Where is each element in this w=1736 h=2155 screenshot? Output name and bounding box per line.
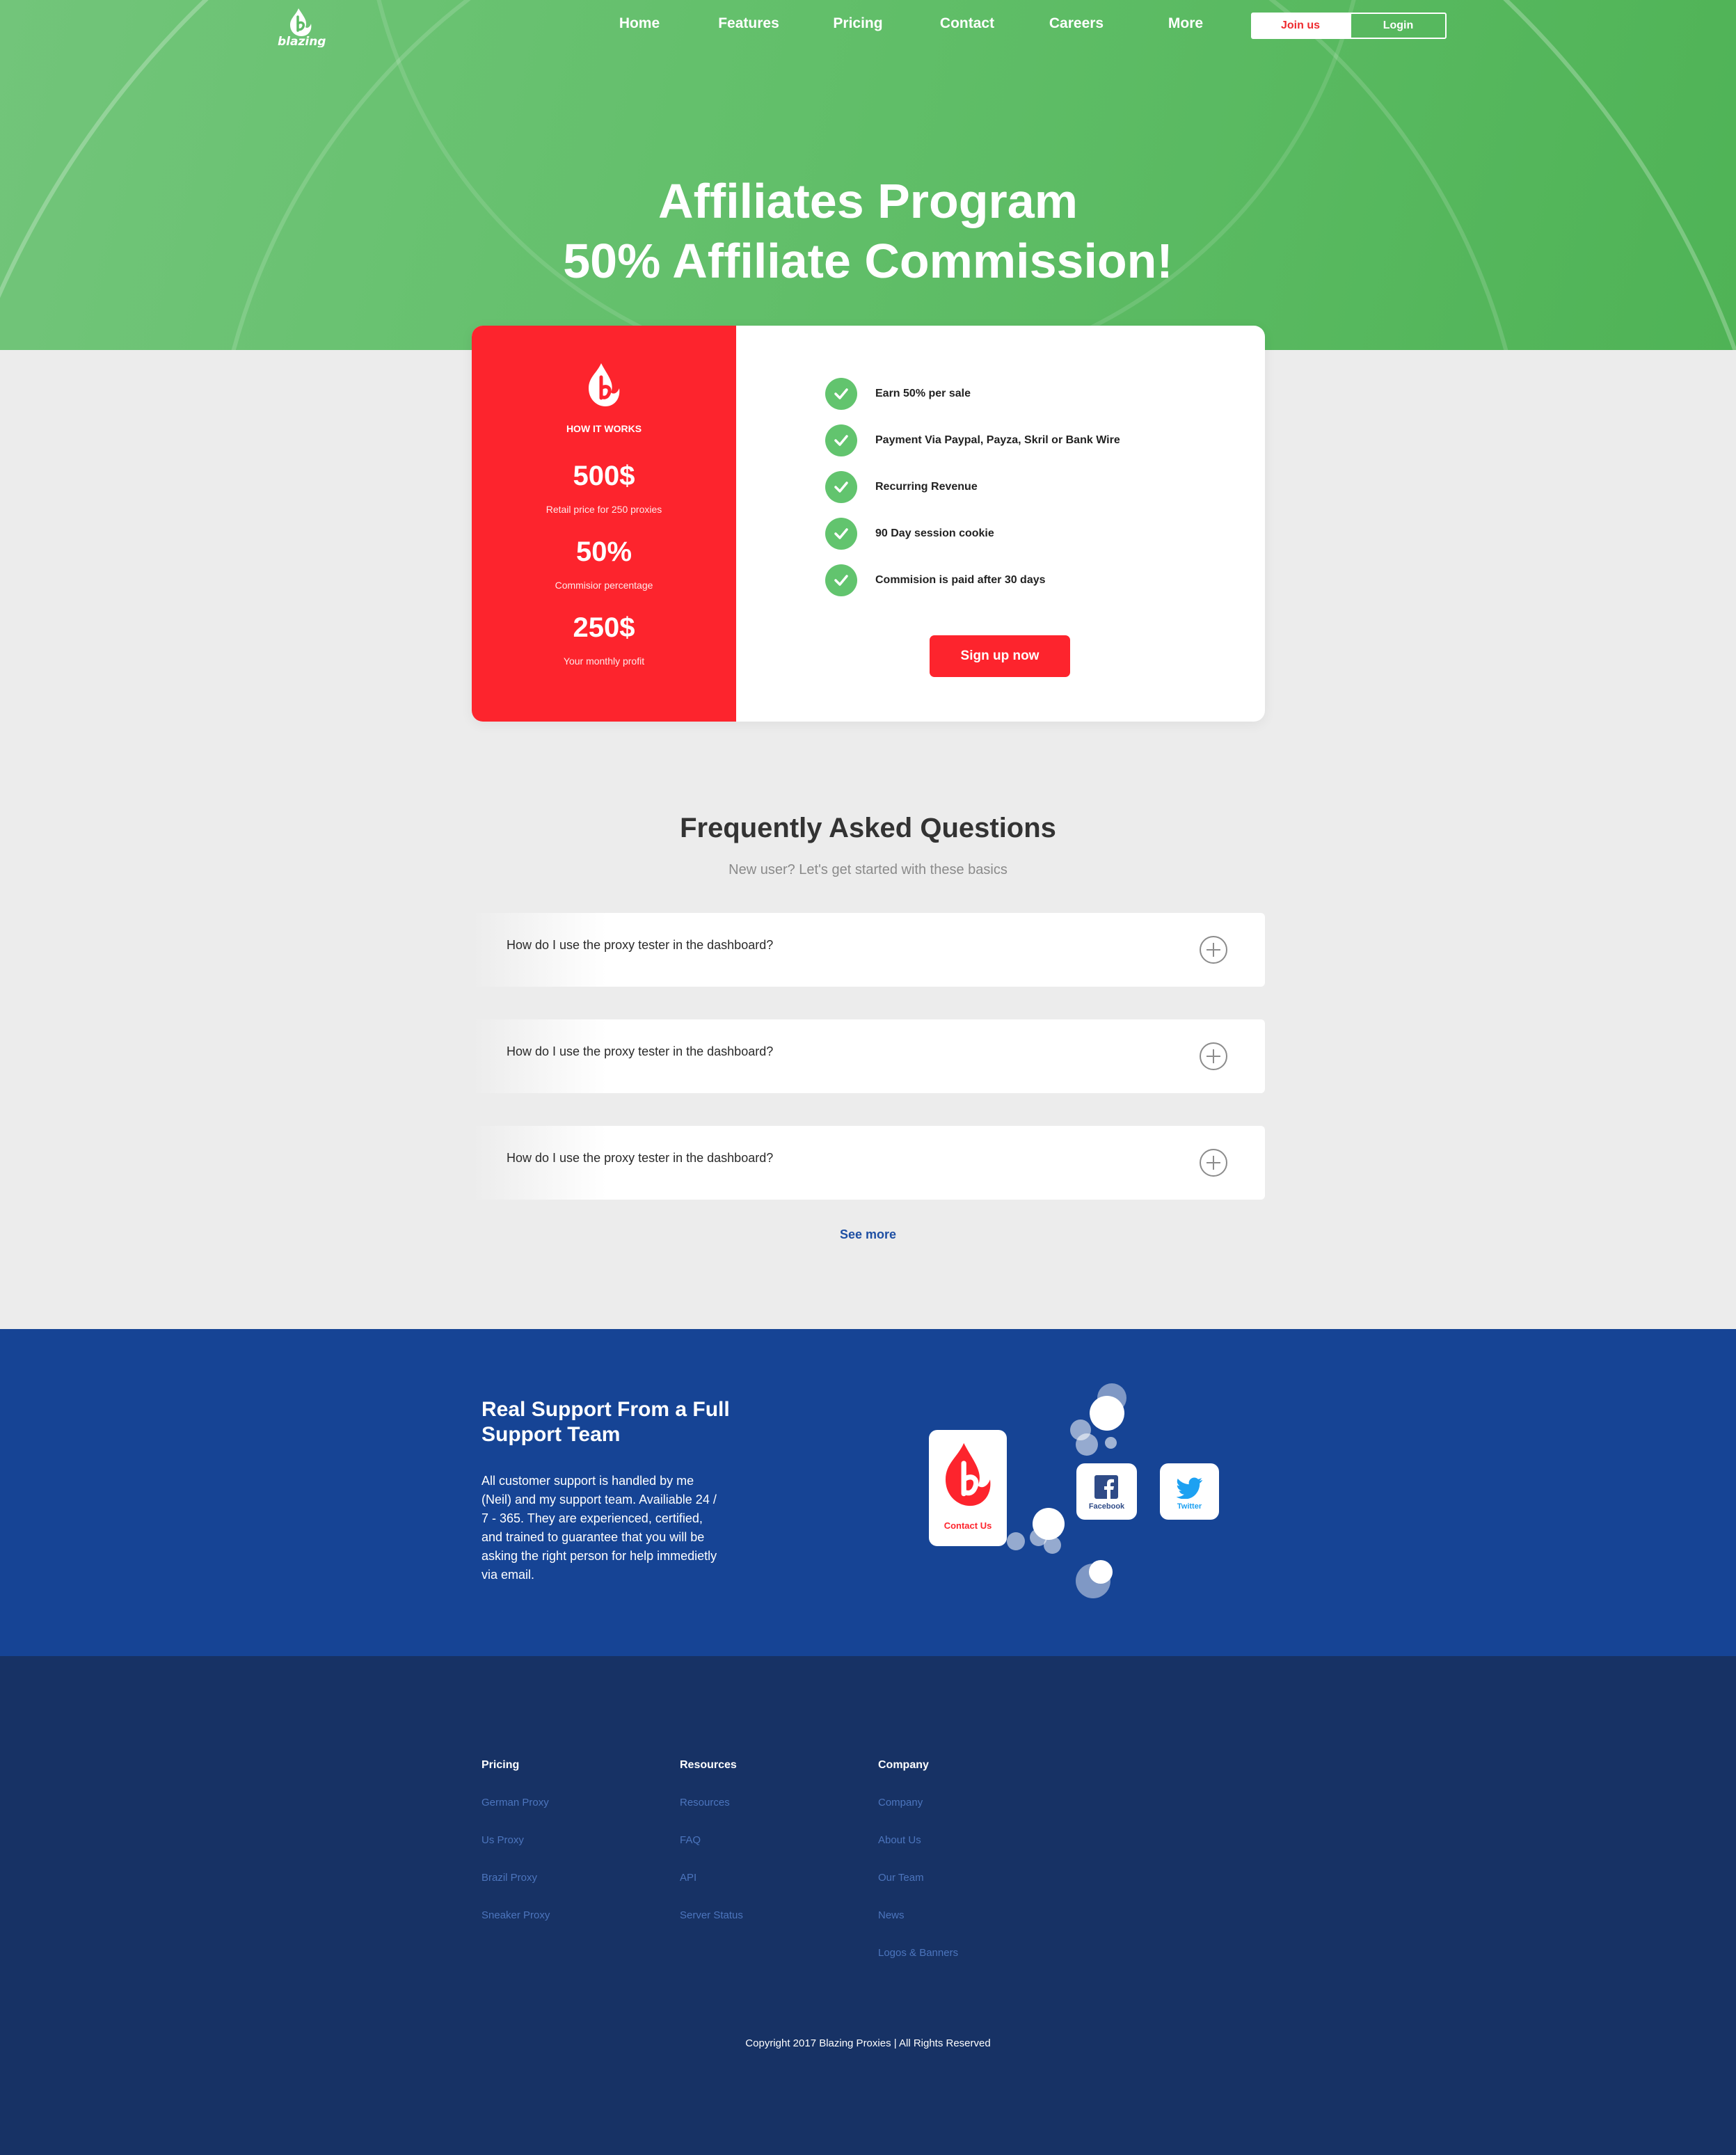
how-it-works-heading: HOW IT WORKS <box>566 423 642 434</box>
facebook-icon <box>1094 1475 1118 1499</box>
faq-title: Frequently Asked Questions <box>680 813 1056 843</box>
faq-question: How do I use the proxy tester in the das… <box>507 1151 774 1165</box>
facebook-tile[interactable]: Facebook <box>1076 1463 1137 1520</box>
footer-link[interactable]: About Us <box>878 1834 958 1872</box>
check-icon <box>825 424 857 456</box>
footer-link[interactable]: FAQ <box>680 1834 743 1872</box>
join-us-button[interactable]: Join us <box>1251 13 1350 39</box>
blazing-flame-icon <box>946 1442 991 1506</box>
footer-column-pricing: Pricing German Proxy Us Proxy Brazil Pro… <box>481 1759 550 1947</box>
footer-column-resources: Resources Resources FAQ API Server Statu… <box>680 1759 743 1947</box>
footer-heading: Pricing <box>481 1759 520 1771</box>
twitter-icon <box>1177 1477 1202 1499</box>
faq-item[interactable]: How do I use the proxy tester in the das… <box>472 1019 1265 1093</box>
copyright-text: Copyright 2017 Blazing Proxies | All Rig… <box>745 2037 991 2049</box>
nav-contact[interactable]: Contact <box>918 15 1016 32</box>
how-it-works-panel: HOW IT WORKS 500$ Retail price for 250 p… <box>472 326 736 722</box>
decor-bubble <box>1044 1536 1061 1554</box>
feature-item: Recurring Revenue <box>825 471 978 503</box>
expand-plus-icon[interactable] <box>1200 1042 1227 1070</box>
support-text: All customer support is handled by me (N… <box>481 1474 717 1582</box>
stat-commission-value: 50% <box>575 536 632 567</box>
faq-item[interactable]: How do I use the proxy tester in the das… <box>472 1126 1265 1200</box>
affiliate-card: HOW IT WORKS 500$ Retail price for 250 p… <box>472 326 1265 722</box>
decor-bubble <box>1007 1532 1025 1550</box>
nav-features[interactable]: Features <box>700 15 797 32</box>
contact-us-tile[interactable]: Contact Us <box>929 1430 1007 1546</box>
nav-more[interactable]: More <box>1137 15 1234 32</box>
expand-plus-icon[interactable] <box>1200 936 1227 964</box>
footer-link[interactable]: Us Proxy <box>481 1834 550 1872</box>
faq-item[interactable]: How do I use the proxy tester in the das… <box>472 913 1265 987</box>
expand-plus-icon[interactable] <box>1200 1149 1227 1177</box>
login-button[interactable]: Login <box>1350 13 1447 39</box>
check-icon <box>825 378 857 410</box>
contact-us-label: Contact Us <box>943 1520 992 1531</box>
feature-label: Earn 50% per sale <box>875 388 971 399</box>
stat-profit-value: 250$ <box>573 612 635 643</box>
stat-retail-value: 500$ <box>573 461 635 491</box>
footer-link[interactable]: Company <box>878 1797 958 1834</box>
feature-item: 90 Day session cookie <box>825 518 994 550</box>
facebook-label: Facebook <box>1088 1502 1125 1511</box>
decor-bubble <box>1090 1396 1124 1431</box>
feature-label: 90 Day session cookie <box>875 527 994 539</box>
footer-link[interactable]: Resources <box>680 1797 743 1834</box>
feature-item: Earn 50% per sale <box>825 378 971 410</box>
blazing-flame-icon <box>589 363 620 406</box>
footer-link[interactable]: Logos & Banners <box>878 1947 958 1985</box>
check-icon <box>825 518 857 550</box>
feature-label: Payment Via Paypal, Payza, Skril or Bank… <box>875 434 1120 446</box>
decor-bubble <box>1076 1433 1098 1456</box>
logo-text: blazing <box>278 35 326 47</box>
footer-link[interactable]: API <box>680 1872 743 1909</box>
stat-commission-label: Commisior percentage <box>555 580 653 591</box>
decor-bubble <box>1089 1560 1113 1584</box>
stat-profit-label: Your monthly profit <box>563 655 645 667</box>
twitter-tile[interactable]: Twitter <box>1160 1463 1219 1520</box>
support-section: Real Support From a Full Support Team Al… <box>0 1329 1736 1656</box>
blazing-logo[interactable]: blazing <box>275 6 337 47</box>
decor-bubble <box>1105 1437 1117 1449</box>
hero-title-line2: 50% Affiliate Commission! <box>563 234 1173 288</box>
nav-careers[interactable]: Careers <box>1028 15 1125 32</box>
see-more-link[interactable]: See more <box>0 1227 1736 1242</box>
faq-question: How do I use the proxy tester in the das… <box>507 1044 774 1058</box>
feature-item: Payment Via Paypal, Payza, Skril or Bank… <box>825 424 1120 456</box>
nav-pricing[interactable]: Pricing <box>809 15 907 32</box>
footer-link[interactable]: German Proxy <box>481 1797 550 1834</box>
footer-link[interactable]: Our Team <box>878 1872 958 1909</box>
nav-home[interactable]: Home <box>591 15 688 32</box>
check-icon <box>825 564 857 596</box>
footer-link[interactable]: Server Status <box>680 1909 743 1947</box>
feature-item: Commision is paid after 30 days <box>825 564 1046 596</box>
footer-link[interactable]: Sneaker Proxy <box>481 1909 550 1947</box>
footer-link[interactable]: News <box>878 1909 958 1947</box>
footer-column-company: Company Company About Us Our Team News L… <box>878 1759 958 1985</box>
hero-title-line1: Affiliates Program <box>658 174 1078 228</box>
support-title: Real Support From a Full Support Team <box>481 1398 730 1446</box>
sign-up-button[interactable]: Sign up now <box>930 635 1070 677</box>
footer-heading: Company <box>878 1759 929 1771</box>
faq-question: How do I use the proxy tester in the das… <box>507 938 774 952</box>
hero-banner: blazing Home Features Pricing Contact Ca… <box>0 0 1736 350</box>
footer: Pricing German Proxy Us Proxy Brazil Pro… <box>0 1656 1736 2155</box>
footer-link[interactable]: Brazil Proxy <box>481 1872 550 1909</box>
twitter-label: Twitter <box>1177 1502 1202 1511</box>
feature-label: Commision is paid after 30 days <box>875 574 1046 586</box>
check-icon <box>825 471 857 503</box>
stat-retail-label: Retail price for 250 proxies <box>546 504 662 515</box>
footer-heading: Resources <box>680 1759 737 1771</box>
feature-label: Recurring Revenue <box>875 481 978 493</box>
faq-subtitle: New user? Let's get started with these b… <box>728 862 1008 877</box>
